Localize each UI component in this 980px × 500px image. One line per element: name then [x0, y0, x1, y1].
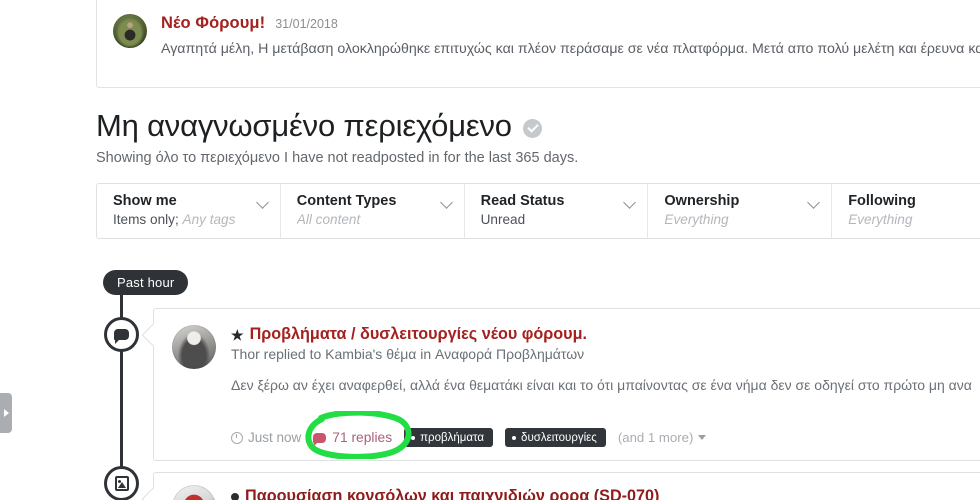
post-replies-label: 71 replies	[332, 430, 393, 445]
post-title-row[interactable]: Παρουσίαση κονσόλων και παιχνιδιών ρορα …	[231, 487, 659, 500]
filter-content-types[interactable]: Content Types All content	[279, 184, 464, 238]
filter-following[interactable]: Following Everything	[831, 184, 980, 238]
filter-ownership[interactable]: Ownership Everything	[647, 184, 831, 238]
comment-bubble-icon	[114, 329, 129, 344]
filter-value: All content	[296, 212, 361, 227]
filter-value: Unread	[480, 212, 526, 227]
clock-icon	[231, 431, 243, 444]
left-edge-pull-tab[interactable]	[0, 393, 12, 433]
filter-bar: Show me Items only; Any tags Content Typ…	[96, 183, 980, 239]
page-heading-area: Μη αναγνωσμένο περιεχόμενο Showing όλο τ…	[96, 108, 980, 166]
announcement-header: Νέο Φόρουμ! 31/01/2018	[161, 14, 980, 33]
post-replies-link[interactable]: 71 replies	[313, 430, 393, 446]
post-more-tags[interactable]: (and 1 more)	[618, 430, 707, 445]
filter-label: Content Types	[296, 193, 397, 209]
post-tag[interactable]: προβλήματα	[404, 428, 494, 447]
filter-show-me[interactable]: Show me Items only; Any tags	[97, 184, 280, 238]
star-icon: ★	[231, 326, 244, 343]
announcement-body: Νέο Φόρουμ! 31/01/2018 Αγαπητά μέλη, Η μ…	[161, 14, 980, 71]
post-body: ★ Προβλήματα / δυσλειτουργίες νέου φόρου…	[231, 325, 980, 393]
timeline-node-comment	[104, 317, 139, 352]
filter-read-status[interactable]: Read Status Unread	[463, 184, 648, 238]
page-subtitle: Showing όλο το περιεχόμενο I have not re…	[96, 149, 579, 166]
filter-value-muted: Any tags	[182, 212, 236, 227]
announcement-text: Αγαπητά μέλη, Η μετάβαση ολοκληρώθηκε επ…	[161, 41, 980, 57]
post-tag[interactable]: δυσλειτουργίες	[505, 428, 606, 447]
image-icon	[114, 476, 129, 491]
post-title[interactable]: Προβλήματα / δυσλειτουργίες νέου φόρουμ.	[250, 325, 587, 344]
announcement-card[interactable]: Νέο Φόρουμ! 31/01/2018 Αγαπητά μέλη, Η μ…	[96, 0, 980, 88]
filter-value: Everything	[848, 212, 913, 227]
filter-value: Items only; Any tags	[113, 212, 266, 227]
post-more-tags-label: (and 1 more)	[617, 430, 694, 445]
filter-value: Everything	[664, 212, 729, 227]
filter-label: Following	[848, 193, 916, 209]
filter-label: Show me	[113, 193, 177, 209]
post-title-row[interactable]: ★ Προβλήματα / δυσλειτουργίες νέου φόρου…	[231, 325, 980, 344]
page-root: Νέο Φόρουμ! 31/01/2018 Αγαπητά μέλη, Η μ…	[0, 0, 980, 500]
post-avatar[interactable]	[172, 485, 216, 500]
unread-dot-icon	[231, 492, 239, 500]
post-timestamp-label: Just now	[248, 430, 302, 445]
post-timestamp: Just now	[231, 430, 301, 445]
post-meta-row: Just now 71 replies προβλήματα δυσλειτου…	[231, 428, 707, 447]
check-circle-icon[interactable]	[522, 118, 542, 138]
post-content: Παρουσίαση κονσόλων και παιχνιδιών ρορα …	[154, 473, 980, 500]
filter-label: Ownership	[664, 193, 740, 209]
post-content: ★ Προβλήματα / δυσλειτουργίες νέου φόρου…	[154, 309, 980, 393]
page-title: Μη αναγνωσμένο περιεχόμενο	[96, 108, 512, 143]
filter-value-text: Items only;	[113, 212, 179, 227]
timeline-period-badge: Past hour	[103, 270, 189, 295]
chevron-right-icon	[4, 409, 9, 417]
announcement-avatar	[113, 14, 147, 48]
timeline-node-image	[104, 466, 139, 500]
post-title[interactable]: Παρουσίαση κονσόλων και παιχνιδιών ρορα …	[245, 487, 659, 500]
comment-bubble-icon	[313, 432, 327, 446]
post-avatar[interactable]	[172, 325, 216, 369]
post-excerpt: Δεν ξέρω αν έχει αναφερθεί, αλλά ένα θεμ…	[231, 377, 972, 393]
announcement-date: 31/01/2018	[275, 17, 338, 31]
announcement-title[interactable]: Νέο Φόρουμ!	[161, 14, 265, 33]
post-subtitle: Thor replied to Kambia's θέμα in Αναφορά…	[231, 346, 585, 362]
post-body: Παρουσίαση κονσόλων και παιχνιδιών ρορα …	[231, 485, 659, 500]
caret-down-icon	[698, 435, 707, 440]
activity-card[interactable]: ★ Προβλήματα / δυσλειτουργίες νέου φόρου…	[141, 308, 980, 461]
activity-card[interactable]: Παρουσίαση κονσόλων και παιχνιδιών ρορα …	[141, 472, 980, 500]
heading-row: Μη αναγνωσμένο περιεχόμενο	[96, 108, 980, 145]
filter-label: Read Status	[480, 193, 565, 209]
